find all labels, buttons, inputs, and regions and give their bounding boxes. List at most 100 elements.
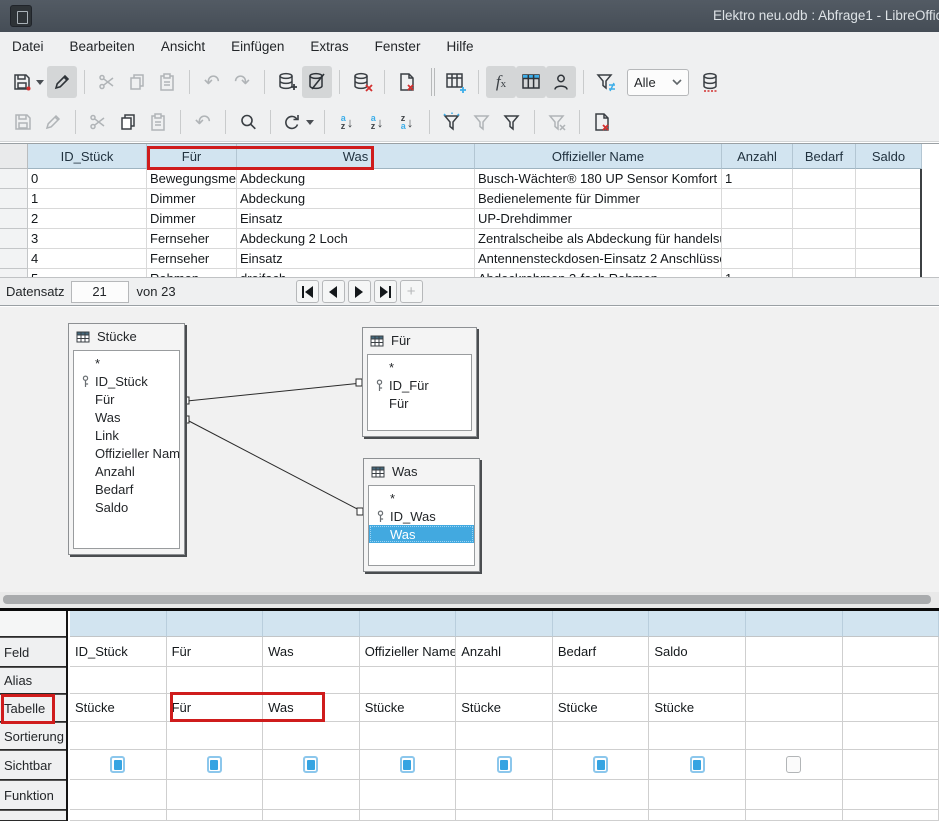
- query-cell[interactable]: [263, 810, 360, 821]
- query-cell[interactable]: [649, 810, 746, 821]
- query-cell[interactable]: [746, 780, 843, 810]
- row-selector[interactable]: [0, 189, 28, 209]
- grid-cell[interactable]: Dimmer: [147, 209, 237, 229]
- grid-cell[interactable]: 1: [722, 169, 793, 189]
- query-cell[interactable]: [167, 667, 264, 694]
- grid-cell[interactable]: Abdeckung 2 Loch: [237, 229, 475, 249]
- query-cell[interactable]: [746, 694, 843, 722]
- query-cell[interactable]: Für: [167, 694, 264, 722]
- query-cell[interactable]: [843, 722, 939, 750]
- query-cell[interactable]: [746, 810, 843, 821]
- query-cell[interactable]: [746, 611, 843, 637]
- query-cell[interactable]: Was: [263, 637, 360, 667]
- save-record-button[interactable]: [8, 106, 38, 138]
- refresh-button[interactable]: [278, 106, 317, 138]
- query-cell[interactable]: Saldo: [649, 637, 746, 667]
- query-cell[interactable]: Für: [167, 637, 264, 667]
- last-record-button[interactable]: [374, 280, 397, 303]
- grid-cell[interactable]: Fernseher: [147, 249, 237, 269]
- grid-cell[interactable]: Fernseher: [147, 229, 237, 249]
- grid-cell[interactable]: Einsatz: [237, 209, 475, 229]
- query-cell[interactable]: Anzahl: [456, 637, 553, 667]
- query-cell[interactable]: [553, 810, 650, 821]
- query-cell[interactable]: [456, 780, 553, 810]
- query-cell[interactable]: [167, 780, 264, 810]
- menu-fenster[interactable]: Fenster: [375, 39, 421, 54]
- grid-cell[interactable]: [793, 169, 856, 189]
- query-cell[interactable]: [649, 611, 746, 637]
- query-cell[interactable]: [649, 780, 746, 810]
- functions-button[interactable]: fx: [486, 66, 516, 98]
- undo-button[interactable]: ↶: [197, 66, 227, 98]
- query-cell[interactable]: [843, 810, 939, 821]
- query-cell[interactable]: [649, 722, 746, 750]
- remove-filter-button[interactable]: [542, 106, 572, 138]
- grid-cell[interactable]: [793, 209, 856, 229]
- grid-cell[interactable]: 3: [28, 229, 147, 249]
- grid-cell[interactable]: [856, 269, 922, 277]
- query-cell[interactable]: [360, 780, 457, 810]
- grid-cell[interactable]: Abdeckung: [237, 169, 475, 189]
- column-header-saldo[interactable]: Saldo: [856, 144, 922, 169]
- new-record-button[interactable]: +: [400, 280, 423, 303]
- datasource-button[interactable]: [695, 66, 725, 98]
- grid-cell[interactable]: Dimmer: [147, 189, 237, 209]
- record-number-input[interactable]: 21: [71, 281, 129, 303]
- query-cell[interactable]: Stücke: [70, 694, 167, 722]
- table-field[interactable]: Anzahl: [74, 462, 179, 480]
- query-cell[interactable]: [263, 611, 360, 637]
- query-cell[interactable]: [843, 750, 939, 780]
- column-header-was[interactable]: Was: [237, 144, 475, 169]
- query-cell[interactable]: Stücke: [360, 694, 457, 722]
- query-cell[interactable]: [360, 611, 457, 637]
- table-field[interactable]: ID_Stück: [74, 372, 179, 390]
- query-cell[interactable]: [553, 611, 650, 637]
- grid-cell[interactable]: Zentralscheibe als Abdeckung für handels…: [475, 229, 722, 249]
- row-selector[interactable]: [0, 269, 28, 277]
- grid-cell[interactable]: [722, 229, 793, 249]
- grid-cell[interactable]: [856, 209, 922, 229]
- copy-button[interactable]: [122, 66, 152, 98]
- grid-cell[interactable]: 2: [28, 209, 147, 229]
- relation-design-area[interactable]: Stücke *ID_StückFürWasLinkOffizieller Na…: [0, 307, 939, 592]
- query-cell[interactable]: [456, 810, 553, 821]
- close-document-button[interactable]: [392, 66, 422, 98]
- query-cell[interactable]: Was: [263, 694, 360, 722]
- table-field[interactable]: Bedarf: [74, 480, 179, 498]
- grid-cell[interactable]: UP-Drehdimmer: [475, 209, 722, 229]
- table-box-header[interactable]: Stücke: [69, 324, 184, 349]
- edit-record-button[interactable]: [38, 106, 68, 138]
- grid-cell[interactable]: [856, 169, 922, 189]
- grid-cell[interactable]: dreifach: [237, 269, 475, 277]
- edit-data-button[interactable]: [302, 66, 332, 98]
- insert-record-button[interactable]: [272, 66, 302, 98]
- visible-checkbox-unchecked[interactable]: [786, 756, 801, 773]
- undo-button[interactable]: ↶: [188, 106, 218, 138]
- query-cell[interactable]: Stücke: [649, 694, 746, 722]
- query-cell[interactable]: [553, 780, 650, 810]
- grid-cell[interactable]: [856, 249, 922, 269]
- menu-ansicht[interactable]: Ansicht: [161, 39, 205, 54]
- next-record-button[interactable]: [348, 280, 371, 303]
- query-cell[interactable]: [360, 810, 457, 821]
- query-cell[interactable]: [70, 780, 167, 810]
- query-cell[interactable]: [167, 810, 264, 821]
- grid-cell[interactable]: Busch-Wächter® 180 UP Sensor Komfort: [475, 169, 722, 189]
- grid-cell[interactable]: [793, 249, 856, 269]
- grid-cell[interactable]: Rahmen: [147, 269, 237, 277]
- sort-descending-button[interactable]: za↓: [392, 106, 422, 138]
- sort-ascending-button[interactable]: az↓: [362, 106, 392, 138]
- sort-button[interactable]: az↓: [332, 106, 362, 138]
- query-cell[interactable]: [746, 667, 843, 694]
- redo-button[interactable]: ↷: [227, 66, 257, 98]
- query-cell[interactable]: Offizieller Name: [360, 637, 457, 667]
- table-field[interactable]: Saldo: [74, 498, 179, 516]
- grid-cell[interactable]: [856, 229, 922, 249]
- grid-cell[interactable]: 1: [28, 189, 147, 209]
- table-box-was[interactable]: Was *ID_WasWas: [363, 458, 480, 572]
- query-cell[interactable]: ID_Stück: [70, 637, 167, 667]
- autofilter-button[interactable]: [437, 106, 467, 138]
- column-header-id-stueck[interactable]: ID_Stück: [28, 144, 147, 169]
- query-cell[interactable]: [70, 722, 167, 750]
- query-cell[interactable]: [167, 750, 264, 780]
